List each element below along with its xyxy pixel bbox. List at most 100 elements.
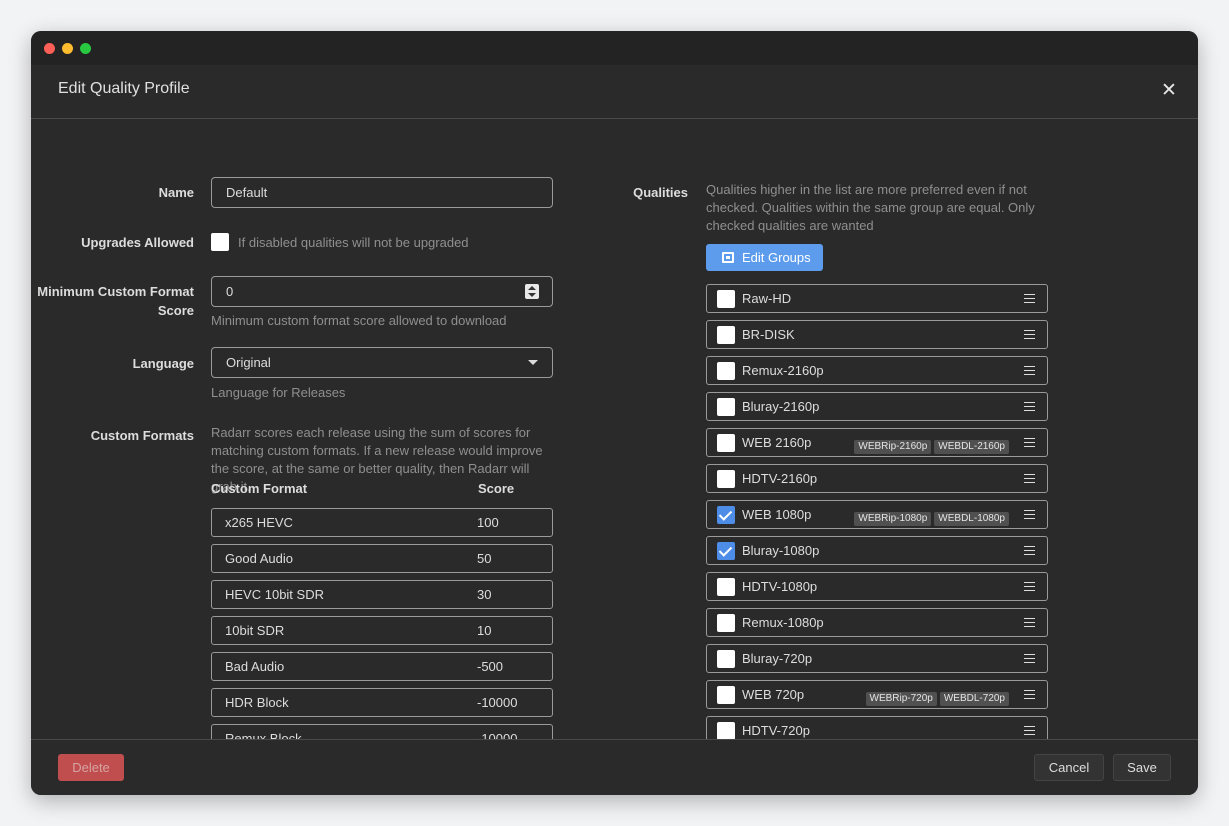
custom-format-name: HDR Block [225, 695, 289, 710]
custom-format-score[interactable]: -10000 [477, 725, 517, 739]
name-input[interactable]: Default [211, 177, 553, 208]
quality-checkbox[interactable] [717, 362, 735, 380]
custom-format-row[interactable]: Bad Audio -500 [211, 652, 553, 681]
quality-checkbox[interactable] [717, 578, 735, 596]
quality-name: HDTV-1080p [742, 579, 818, 594]
quality-item[interactable]: WEB 1080p WEBRip-1080p WEBDL-1080p [706, 500, 1048, 529]
custom-format-score[interactable]: 50 [477, 545, 491, 572]
drag-handle-icon[interactable] [1024, 330, 1035, 339]
quality-checkbox[interactable] [717, 722, 735, 739]
quality-item[interactable]: HDTV-720p [706, 716, 1048, 739]
drag-handle-icon[interactable] [1024, 366, 1035, 375]
cancel-button[interactable]: Cancel [1034, 754, 1104, 781]
custom-format-score[interactable]: 100 [477, 509, 499, 536]
quality-checkbox[interactable] [717, 326, 735, 344]
quality-badge: WEBRip-2160p [854, 440, 932, 454]
upgrades-allowed-help: If disabled qualities will not be upgrad… [238, 235, 469, 250]
quality-name: HDTV-2160p [742, 471, 818, 486]
quality-item[interactable]: WEB 2160p WEBRip-2160p WEBDL-2160p [706, 428, 1048, 457]
drag-handle-icon[interactable] [1024, 582, 1035, 591]
quality-name: Remux-2160p [742, 363, 824, 378]
custom-format-name: HEVC 10bit SDR [225, 587, 324, 602]
window-close-button[interactable] [44, 43, 55, 54]
edit-groups-button[interactable]: Edit Groups [706, 244, 823, 271]
modal-footer: Delete Cancel Save [31, 739, 1198, 795]
quality-item[interactable]: WEB 720p WEBRip-720p WEBDL-720p [706, 680, 1048, 709]
window-zoom-button[interactable] [80, 43, 91, 54]
quality-item[interactable]: Bluray-2160p [706, 392, 1048, 421]
custom-formats-label: Custom Formats [90, 428, 194, 443]
delete-button[interactable]: Delete [58, 754, 124, 781]
custom-format-column-header: Custom Format [211, 481, 308, 496]
quality-checkbox[interactable] [717, 290, 735, 308]
quality-group-badges: WEBRip-1080p WEBDL-1080p [851, 508, 1009, 526]
edit-groups-icon [722, 252, 734, 263]
custom-format-score[interactable]: -500 [477, 653, 503, 680]
app-window: Edit Quality Profile ✕ Name Default Upgr… [31, 31, 1198, 795]
quality-name: Bluray-2160p [742, 399, 820, 414]
drag-handle-icon[interactable] [1024, 654, 1035, 663]
quality-checkbox[interactable] [717, 650, 735, 668]
quality-item[interactable]: HDTV-2160p [706, 464, 1048, 493]
drag-handle-icon[interactable] [1024, 294, 1035, 303]
quality-item[interactable]: HDTV-1080p [706, 572, 1048, 601]
modal-title: Edit Quality Profile [58, 80, 190, 97]
custom-format-row[interactable]: Remux Block -10000 [211, 724, 553, 739]
quality-name: HDTV-720p [742, 723, 810, 738]
custom-format-row[interactable]: Good Audio 50 [211, 544, 553, 573]
custom-format-row[interactable]: HDR Block -10000 [211, 688, 553, 717]
custom-format-name: Good Audio [225, 551, 293, 566]
chevron-down-icon [528, 360, 538, 365]
custom-format-score[interactable]: 10 [477, 617, 491, 644]
modal-header [31, 65, 1198, 119]
quality-checkbox[interactable] [717, 506, 735, 524]
drag-handle-icon[interactable] [1024, 690, 1035, 699]
quality-item[interactable]: Remux-1080p [706, 608, 1048, 637]
number-stepper-icon[interactable] [525, 284, 539, 299]
upgrades-allowed-label: Upgrades Allowed [81, 235, 194, 250]
min-score-label: Minimum Custom Format Score [37, 284, 194, 318]
edit-groups-label: Edit Groups [742, 250, 811, 265]
drag-handle-icon[interactable] [1024, 726, 1035, 735]
upgrades-allowed-checkbox[interactable] [211, 233, 229, 251]
quality-checkbox[interactable] [717, 542, 735, 560]
language-select[interactable]: Original [211, 347, 553, 378]
custom-format-name: Remux Block [225, 731, 302, 739]
quality-group-badges: WEBRip-2160p WEBDL-2160p [851, 436, 1009, 454]
qualities-label: Qualities [633, 185, 688, 200]
min-score-input[interactable]: 0 [211, 276, 553, 307]
quality-badge: WEBDL-720p [939, 692, 1009, 706]
quality-checkbox[interactable] [717, 614, 735, 632]
save-button[interactable]: Save [1113, 754, 1171, 781]
drag-handle-icon[interactable] [1024, 402, 1035, 411]
quality-item[interactable]: BR-DISK [706, 320, 1048, 349]
quality-badge: WEBDL-1080p [934, 512, 1009, 526]
quality-item[interactable]: Remux-2160p [706, 356, 1048, 385]
quality-item[interactable]: Bluray-720p [706, 644, 1048, 673]
quality-checkbox[interactable] [717, 686, 735, 704]
drag-handle-icon[interactable] [1024, 438, 1035, 447]
custom-format-name: Bad Audio [225, 659, 285, 674]
close-icon[interactable]: ✕ [1157, 79, 1181, 103]
custom-format-row[interactable]: 10bit SDR 10 [211, 616, 553, 645]
quality-name: Bluray-720p [742, 651, 813, 666]
custom-format-row[interactable]: HEVC 10bit SDR 30 [211, 580, 553, 609]
quality-item[interactable]: Bluray-1080p [706, 536, 1048, 565]
custom-format-row[interactable]: x265 HEVC 100 [211, 508, 553, 537]
window-minimize-button[interactable] [62, 43, 73, 54]
custom-format-score[interactable]: -10000 [477, 689, 517, 716]
quality-name: WEB 1080p [742, 507, 812, 522]
drag-handle-icon[interactable] [1024, 510, 1035, 519]
quality-item[interactable]: Raw-HD [706, 284, 1048, 313]
score-column-header: Score [478, 481, 515, 496]
quality-checkbox[interactable] [717, 470, 735, 488]
modal-body: Name Default Upgrades Allowed If disable… [31, 119, 1198, 739]
drag-handle-icon[interactable] [1024, 618, 1035, 627]
drag-handle-icon[interactable] [1024, 546, 1035, 555]
drag-handle-icon[interactable] [1024, 474, 1035, 483]
min-score-value: 0 [226, 284, 234, 299]
language-value: Original [226, 355, 271, 370]
quality-checkbox[interactable] [717, 434, 735, 452]
quality-checkbox[interactable] [717, 398, 735, 416]
custom-format-score[interactable]: 30 [477, 581, 491, 608]
